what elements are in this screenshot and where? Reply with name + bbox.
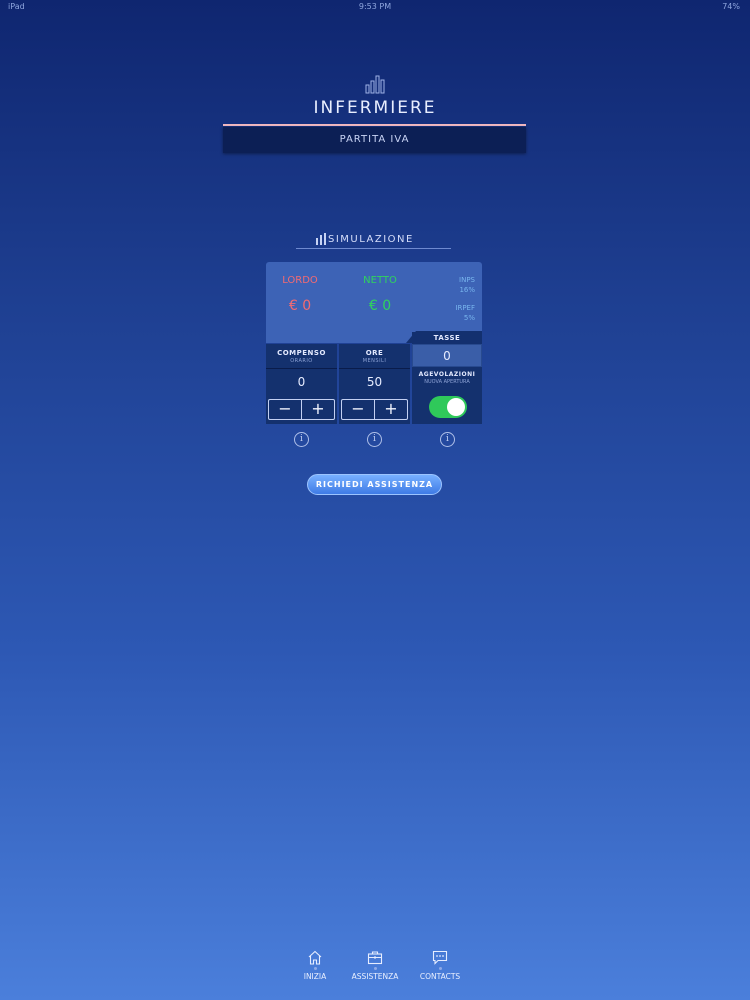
ore-value[interactable]: 50: [339, 369, 410, 395]
richiedi-assistenza-button[interactable]: RICHIEDI ASSISTENZA: [307, 474, 442, 495]
compenso-sublabel: ORARIO: [290, 358, 313, 364]
inps-label: INPS: [459, 276, 475, 284]
ore-header: ORE MENSILI: [339, 344, 410, 369]
agevolazioni-label: AGEVOLAZIONI: [418, 371, 476, 378]
briefcase-icon: [367, 951, 383, 965]
title-divider: [223, 124, 526, 126]
chat-icon: [432, 950, 448, 965]
tab-indicator: [313, 967, 317, 970]
compenso-label: COMPENSO: [277, 349, 326, 357]
compenso-header: COMPENSO ORARIO: [266, 344, 337, 369]
tab-indicator: [438, 967, 442, 970]
ore-sublabel: MENSILI: [362, 358, 387, 364]
simulation-header: SIMULAZIONE: [296, 232, 451, 249]
tab-assistenza-label: ASSISTENZA: [351, 972, 399, 981]
bar-chart-icon: [365, 75, 385, 94]
irpef-value: 5%: [463, 314, 475, 322]
ore-info-icon[interactable]: i: [367, 432, 382, 447]
tab-indicator: [373, 967, 377, 970]
ore-stepper[interactable]: − +: [341, 399, 408, 420]
agevolazioni-info-icon[interactable]: i: [440, 432, 455, 447]
results-area: LORDO € 0 NETTO € 0 INPS 16% IRPEF 5%: [266, 262, 482, 343]
ore-plus-button[interactable]: +: [375, 400, 407, 419]
tasse-column: TASSE 0 AGEVOLAZIONI NUOVA APERTURA: [412, 332, 482, 424]
compenso-value[interactable]: 0: [266, 369, 337, 395]
inps-value: 16%: [459, 286, 475, 294]
compenso-info-icon[interactable]: i: [294, 432, 309, 447]
bar-chart-icon: [316, 233, 326, 245]
irpef-label: IRPEF: [455, 304, 475, 312]
ore-minus-button[interactable]: −: [342, 400, 375, 419]
ore-label: ORE: [365, 349, 384, 357]
home-icon: [308, 950, 322, 965]
agevolazioni-toggle[interactable]: [429, 396, 467, 418]
simulation-label: SIMULAZIONE: [328, 234, 414, 245]
netto-value: € 0: [368, 298, 392, 314]
agevolazioni-header: AGEVOLAZIONI NUOVA APERTURA: [412, 371, 482, 385]
compenso-stepper[interactable]: − +: [268, 399, 335, 420]
status-bar: iPad 9:53 PM 74%: [0, 0, 750, 14]
tab-assistenza[interactable]: ASSISTENZA: [340, 950, 410, 981]
lordo-value: € 0: [288, 298, 312, 314]
agevolazioni-sublabel: NUOVA APERTURA: [424, 379, 470, 385]
tasse-value[interactable]: 0: [412, 344, 482, 367]
compenso-minus-button[interactable]: −: [269, 400, 302, 419]
page-title: INFERMIERE: [313, 98, 437, 118]
clock: 9:53 PM: [358, 2, 392, 11]
page-subtitle: PARTITA IVA: [223, 127, 526, 153]
compenso-column: COMPENSO ORARIO 0 − +: [266, 344, 337, 424]
ore-column: ORE MENSILI 50 − +: [339, 344, 410, 424]
netto-label: NETTO: [363, 275, 397, 286]
tab-contacts-label: CONTACTS: [419, 972, 461, 981]
tasse-label: TASSE: [412, 332, 482, 344]
compenso-plus-button[interactable]: +: [302, 400, 334, 419]
lordo-label: LORDO: [282, 275, 318, 286]
toggle-knob: [447, 398, 465, 416]
tab-contacts[interactable]: CONTACTS: [405, 950, 475, 981]
battery-level: 74%: [722, 2, 740, 11]
simulation-panel: LORDO € 0 NETTO € 0 INPS 16% IRPEF 5% CO…: [266, 262, 482, 424]
